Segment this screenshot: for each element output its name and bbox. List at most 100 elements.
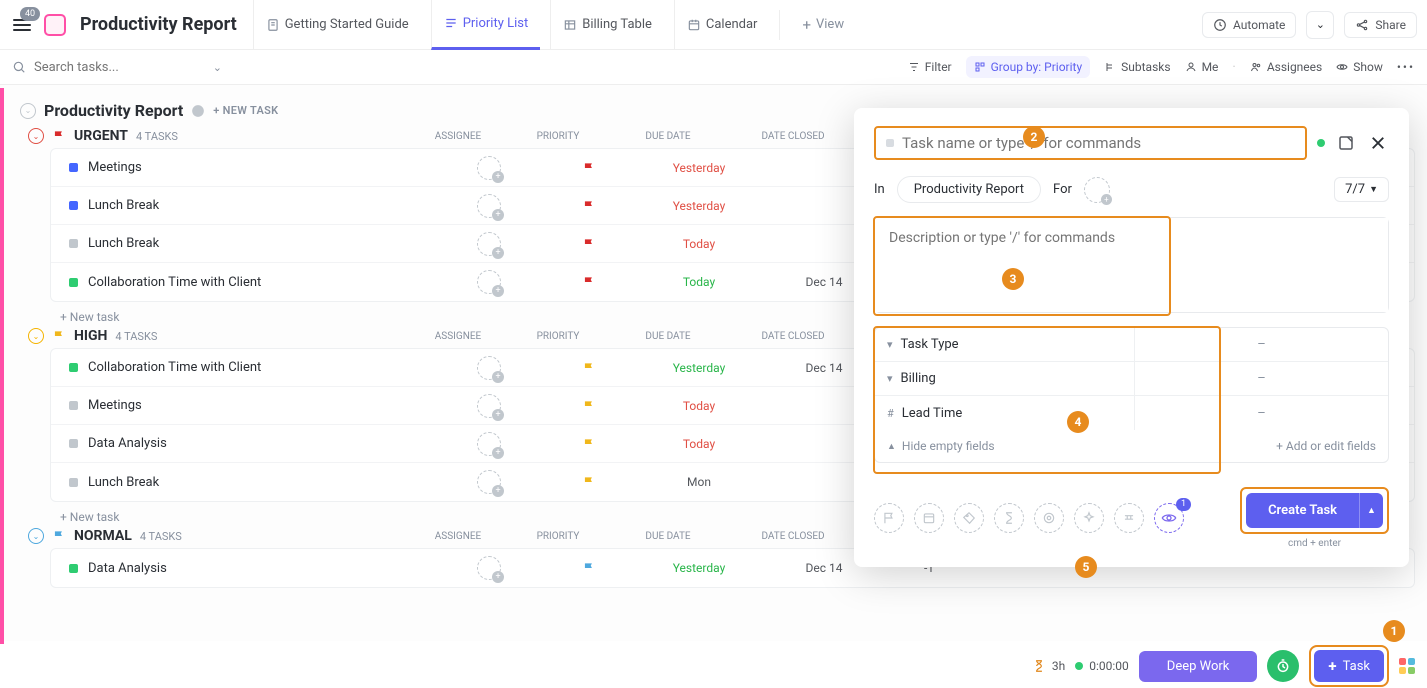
status-square-icon[interactable] [69, 201, 78, 210]
task-count: 4 TASKS [115, 330, 157, 343]
info-icon[interactable] [191, 104, 205, 118]
tag-icon[interactable] [954, 503, 984, 533]
search-input[interactable] [34, 60, 205, 75]
collapse-group-icon[interactable]: ⌄ [28, 128, 44, 144]
status-square-icon[interactable] [69, 278, 78, 287]
due-date-cell[interactable]: Mon [639, 475, 759, 489]
description-field-wrap[interactable] [874, 217, 1389, 313]
new-task-header-button[interactable]: + NEW TASK [213, 104, 278, 117]
search-input-wrap[interactable] [12, 60, 222, 75]
apps-icon[interactable] [1399, 658, 1415, 674]
task-type-pill[interactable]: Deep Work [1139, 651, 1258, 682]
ai-icon[interactable] [1074, 503, 1104, 533]
assignee-placeholder-icon[interactable] [477, 232, 501, 256]
assignee-placeholder-icon[interactable] [477, 194, 501, 218]
date-icon[interactable] [914, 503, 944, 533]
add-view-button[interactable]: + View [790, 0, 856, 50]
watchers-icon[interactable]: 1 [1154, 503, 1184, 533]
location-chip[interactable]: Productivity Report [897, 176, 1041, 203]
assignee-placeholder-icon[interactable] [1084, 177, 1110, 203]
field-value[interactable]: – [1135, 371, 1388, 386]
custom-field-row[interactable]: ▾ Billing – [875, 362, 1388, 396]
estimate-icon[interactable] [994, 503, 1024, 533]
status-square-icon[interactable] [69, 401, 78, 410]
assignee-placeholder-icon[interactable] [477, 156, 501, 180]
group-by-button[interactable]: Group by: Priority [966, 56, 1091, 78]
priority-flag-icon[interactable] [582, 475, 596, 489]
assignee-placeholder-icon[interactable] [477, 556, 501, 580]
more-button[interactable]: ••• [1397, 60, 1415, 74]
field-count-chip[interactable]: 7/7 ▼ [1334, 177, 1389, 202]
hide-empty-button[interactable]: ▲ Hide empty fields [887, 439, 995, 453]
close-icon[interactable] [1367, 132, 1389, 154]
status-square-icon[interactable] [69, 478, 78, 487]
due-date-cell[interactable]: Today [639, 237, 759, 251]
priority-flag-icon[interactable] [582, 399, 596, 413]
priority-flag-icon[interactable] [582, 275, 596, 289]
due-date-cell[interactable]: Yesterday [639, 561, 759, 575]
assignee-placeholder-icon[interactable] [477, 270, 501, 294]
collapse-group-icon[interactable]: ⌄ [28, 528, 44, 544]
create-task-button[interactable]: Create Task [1246, 493, 1359, 528]
due-date-cell[interactable]: Yesterday [639, 161, 759, 175]
new-task-button[interactable]: + Task [1314, 650, 1384, 682]
field-value[interactable]: – [1135, 406, 1388, 421]
task-count: 4 TASKS [140, 530, 182, 543]
tab-getting-started[interactable]: Getting Started Guide [253, 0, 421, 50]
custom-field-row[interactable]: ▾ Task Type – [875, 328, 1388, 362]
due-date-cell[interactable]: Today [639, 275, 759, 289]
list-color-icon[interactable] [44, 14, 66, 36]
priority-flag-icon[interactable] [582, 561, 596, 575]
automate-button[interactable]: Automate [1202, 12, 1296, 38]
task-title: Data Analysis [88, 436, 167, 451]
priority-flag-icon[interactable] [582, 237, 596, 251]
due-date-cell[interactable]: Yesterday [639, 361, 759, 375]
priority-flag-icon[interactable] [582, 361, 596, 375]
task-name-input[interactable] [902, 134, 1295, 152]
subtasks-button[interactable]: Subtasks [1104, 60, 1170, 74]
create-task-dropdown[interactable]: ▲ [1359, 493, 1383, 528]
due-date-cell[interactable]: Yesterday [639, 199, 759, 213]
status-square-icon[interactable] [69, 363, 78, 372]
status-square-icon[interactable] [69, 439, 78, 448]
share-button[interactable]: Share [1344, 12, 1417, 38]
description-input[interactable] [875, 218, 1388, 312]
status-square-icon[interactable] [69, 239, 78, 248]
field-value[interactable]: – [1135, 337, 1388, 352]
chevron-down-icon[interactable] [213, 60, 222, 75]
priority-icon[interactable] [874, 503, 904, 533]
assignee-placeholder-icon[interactable] [477, 470, 501, 494]
priority-flag-icon[interactable] [582, 437, 596, 451]
dependencies-icon[interactable] [1114, 503, 1144, 533]
custom-field-row[interactable]: # Lead Time – [875, 396, 1388, 430]
assignee-placeholder-icon[interactable] [477, 432, 501, 456]
assignee-placeholder-icon[interactable] [477, 394, 501, 418]
assignees-button[interactable]: Assignees [1250, 60, 1322, 74]
record-dot-icon [1075, 662, 1083, 670]
collapse-group-icon[interactable]: ⌄ [28, 328, 44, 344]
due-date-cell[interactable]: Today [639, 399, 759, 413]
sprint-icon[interactable] [1034, 503, 1064, 533]
add-edit-fields-button[interactable]: + Add or edit fields [1276, 439, 1376, 453]
status-square-icon[interactable] [69, 163, 78, 172]
filter-button[interactable]: Filter [908, 60, 952, 74]
expand-icon[interactable] [1335, 132, 1357, 154]
tab-priority-list[interactable]: Priority List [431, 0, 541, 50]
priority-flag-icon[interactable] [582, 199, 596, 213]
timer-button[interactable] [1267, 650, 1299, 682]
menu-icon[interactable]: 40 [10, 13, 34, 37]
time-tracked-chip[interactable]: 0:00:00 [1075, 659, 1129, 673]
show-button[interactable]: Show [1336, 60, 1383, 74]
me-button[interactable]: Me [1185, 60, 1219, 74]
due-date-cell[interactable]: Today [639, 437, 759, 451]
task-name-field-wrap[interactable] [874, 126, 1307, 160]
automate-dropdown[interactable] [1306, 11, 1334, 39]
assignee-placeholder-icon[interactable] [477, 356, 501, 380]
watch-count: 1 [1176, 498, 1191, 511]
collapse-list-icon[interactable]: ⌄ [20, 103, 36, 119]
priority-flag-icon[interactable] [582, 161, 596, 175]
time-estimate-chip[interactable]: 3h [1032, 659, 1065, 673]
status-square-icon[interactable] [69, 564, 78, 573]
tab-billing-table[interactable]: Billing Table [550, 0, 664, 50]
tab-calendar[interactable]: Calendar [674, 0, 770, 50]
